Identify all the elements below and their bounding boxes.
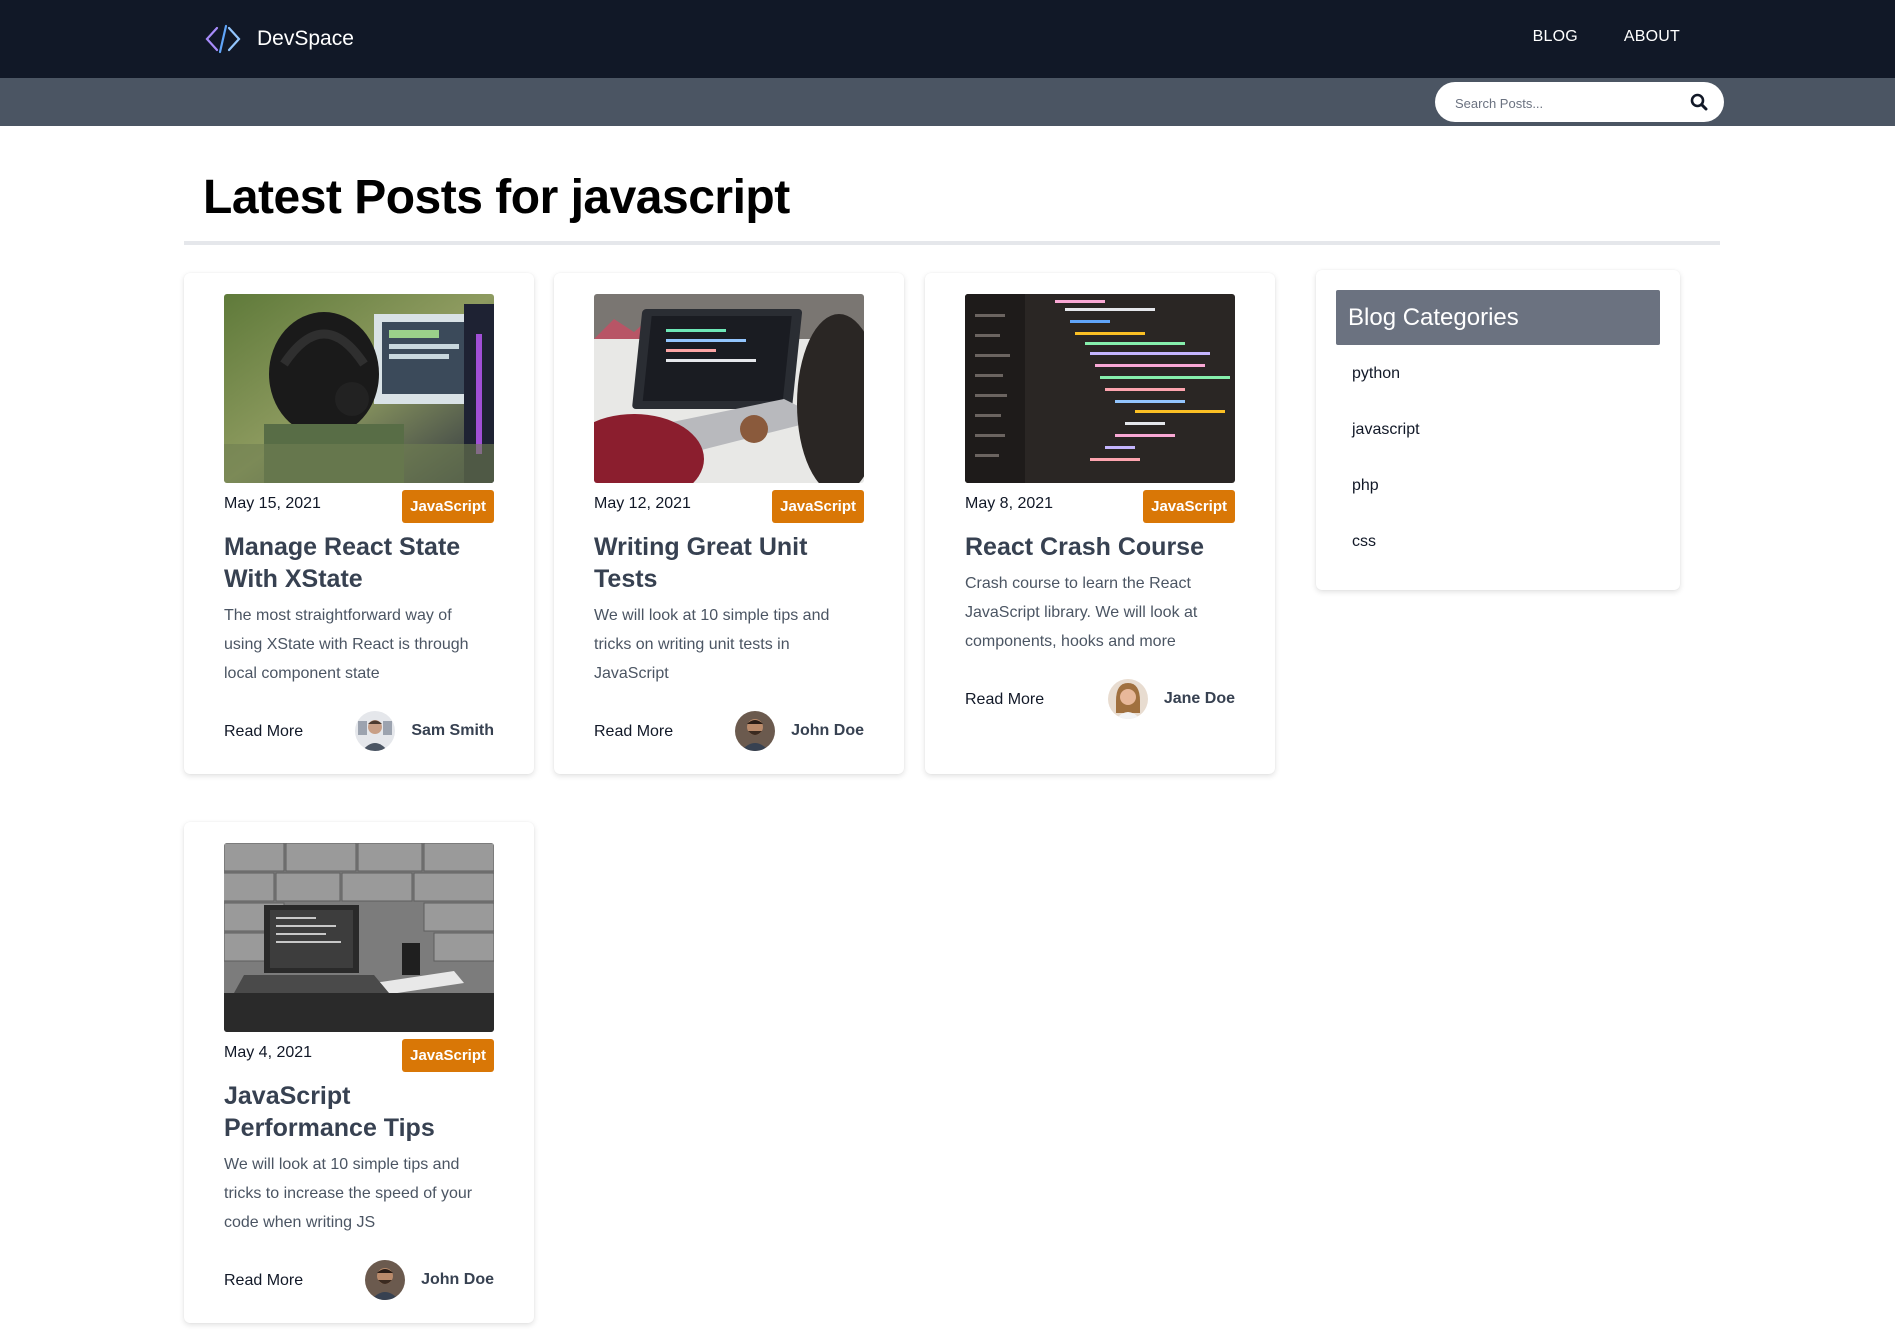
post-date: May 4, 2021: [224, 1044, 313, 1061]
post-author: John Doe: [735, 711, 864, 751]
author-name: Sam Smith: [411, 722, 494, 739]
page-title: Latest Posts for javascript: [203, 171, 790, 224]
brand-link[interactable]: DevSpace: [203, 22, 354, 56]
author-name: John Doe: [791, 722, 864, 739]
post-image[interactable]: [224, 843, 494, 1032]
read-more-link[interactable]: Read More: [965, 691, 1044, 709]
read-more-link[interactable]: Read More: [224, 1272, 303, 1290]
sidebar-title: Blog Categories: [1336, 290, 1660, 345]
author-name: Jane Doe: [1163, 690, 1235, 707]
search-icon[interactable]: [1690, 93, 1708, 111]
brand-name: DevSpace: [257, 27, 354, 50]
post-card: May 8, 2021 JavaScript React Crash Cours…: [925, 273, 1275, 774]
avatar: [735, 711, 776, 751]
post-image[interactable]: [594, 294, 864, 483]
post-title[interactable]: Writing Great Unit Tests: [594, 531, 869, 595]
post-title[interactable]: Manage React State With XState: [224, 531, 499, 595]
avatar: [1107, 679, 1148, 719]
category-badge[interactable]: JavaScript: [772, 490, 864, 523]
category-badge[interactable]: JavaScript: [1143, 490, 1235, 523]
post-image[interactable]: [965, 294, 1235, 483]
category-link-python[interactable]: python: [1352, 365, 1400, 383]
category-link-php[interactable]: php: [1352, 477, 1379, 495]
category-link-javascript[interactable]: javascript: [1352, 421, 1420, 439]
post-title[interactable]: JavaScript Performance Tips: [224, 1080, 499, 1144]
nav-link-about[interactable]: ABOUT: [1624, 28, 1680, 46]
post-date: May 15, 2021: [224, 495, 321, 512]
post-date: May 8, 2021: [965, 495, 1054, 512]
avatar: [365, 1260, 406, 1300]
post-title[interactable]: React Crash Course: [965, 531, 1240, 563]
avatar: [355, 711, 396, 751]
top-navbar: DevSpace BLOG ABOUT: [0, 0, 1895, 78]
post-card: May 12, 2021 JavaScript Writing Great Un…: [554, 273, 904, 774]
search-strip: [0, 78, 1895, 126]
post-card: May 4, 2021 JavaScript JavaScript Perfor…: [184, 822, 534, 1323]
category-badge[interactable]: JavaScript: [402, 490, 494, 523]
code-logo-icon: [205, 24, 241, 54]
nav-link-blog[interactable]: BLOG: [1533, 28, 1578, 46]
post-excerpt: Crash course to learn the React JavaScri…: [965, 575, 1198, 650]
post-excerpt: We will look at 10 simple tips and trick…: [594, 607, 830, 682]
post-author: Jane Doe: [1107, 679, 1235, 719]
category-badge[interactable]: JavaScript: [402, 1039, 494, 1072]
read-more-link[interactable]: Read More: [594, 723, 673, 741]
category-link-css[interactable]: css: [1352, 533, 1376, 551]
post-date: May 12, 2021: [594, 495, 691, 512]
author-name: John Doe: [421, 1271, 494, 1288]
search-input[interactable]: [1455, 92, 1675, 114]
read-more-link[interactable]: Read More: [224, 723, 303, 741]
categories-sidebar: Blog Categories python javascript php cs…: [1316, 270, 1680, 590]
post-image[interactable]: [224, 294, 494, 483]
post-excerpt: We will look at 10 simple tips and trick…: [224, 1156, 473, 1231]
search-box: [1435, 82, 1724, 122]
title-divider: [184, 241, 1720, 245]
post-excerpt: The most straightforward way of using XS…: [224, 607, 469, 682]
post-author: John Doe: [365, 1260, 494, 1300]
main-nav: BLOG ABOUT: [1533, 28, 1680, 46]
post-card: May 15, 2021 JavaScript Manage React Sta…: [184, 273, 534, 774]
post-author: Sam Smith: [355, 711, 494, 751]
